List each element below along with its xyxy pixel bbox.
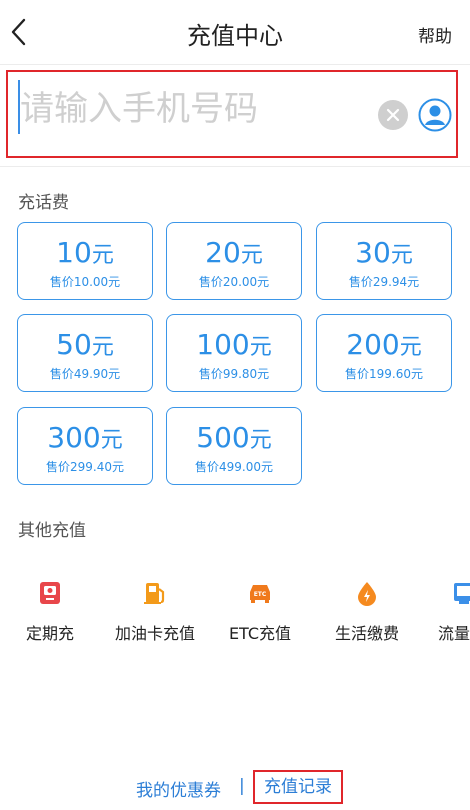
etc-car-icon: ETC [247, 580, 273, 606]
other-section-title: 其他充值 [18, 521, 86, 541]
utility-payment-item[interactable]: 生活缴费 [317, 576, 417, 646]
utility-payment-label: 生活缴费 [334, 624, 399, 643]
recharge-amount-value: 10 [56, 236, 92, 269]
recharge-amount: 30元 [317, 237, 451, 272]
section-divider [0, 166, 470, 167]
recharge-amount: 100元 [167, 329, 301, 364]
recharge-sale-price: 售价20.00元 [198, 275, 270, 289]
recharge-amount-unit: 元 [249, 428, 272, 453]
recharge-amount: 20元 [167, 237, 301, 272]
recharge-amount-value: 30 [355, 236, 391, 269]
header-divider [0, 64, 470, 65]
top-nav-bar: 充值中心 帮助 [0, 0, 470, 64]
recharge-amount: 10元 [18, 237, 152, 272]
recharge-amount-value: 100 [196, 328, 250, 361]
recharge-sale-price: 售价10.00元 [49, 275, 121, 289]
recharge-option-50[interactable]: 50元售价49.90元 [17, 314, 153, 392]
etc-recharge-item[interactable]: ETC ETC充值 [210, 576, 310, 646]
recharge-sale-price: 售价29.94元 [348, 275, 420, 289]
periodic-recharge-label: 定期充 [25, 624, 74, 643]
clear-input-icon[interactable] [378, 100, 408, 130]
data-traffic-icon [451, 580, 470, 606]
help-button[interactable]: 帮助 [418, 22, 452, 47]
recharge-sale-price: 售价49.90元 [49, 367, 121, 381]
recharge-option-10[interactable]: 10元售价10.00元 [17, 222, 153, 300]
recharge-amount-value: 300 [47, 421, 101, 454]
data-traffic-label: 流量 [438, 624, 470, 643]
recharge-option-20[interactable]: 20元售价20.00元 [166, 222, 302, 300]
recharge-sale-price: 售价199.60元 [345, 367, 423, 381]
contact-person-icon[interactable] [418, 98, 452, 132]
recharge-amount: 50元 [18, 329, 152, 364]
recharge-amount-unit: 元 [390, 243, 413, 268]
drop-bolt-icon [354, 580, 380, 606]
recharge-sale-price: 售价99.80元 [198, 367, 270, 381]
recharge-option-100[interactable]: 100元售价99.80元 [166, 314, 302, 392]
data-traffic-item[interactable]: 流量 [428, 576, 470, 646]
recharge-amount: 500元 [167, 422, 301, 457]
fuel-card-recharge-item[interactable]: 加油卡充值 [105, 576, 205, 646]
recharge-section-title: 充话费 [18, 193, 69, 213]
fuel-card-recharge-label: 加油卡充值 [114, 624, 195, 643]
recharge-option-300[interactable]: 300元售价299.40元 [17, 407, 153, 485]
recharge-amount-value: 200 [346, 328, 400, 361]
recharge-amount-unit: 元 [100, 428, 123, 453]
my-coupons-link[interactable]: 我的优惠券 [136, 776, 221, 801]
recharge-sale-price: 售价299.40元 [46, 460, 124, 474]
calendar-icon [37, 580, 63, 606]
recharge-amount-value: 500 [196, 421, 250, 454]
recharge-option-30[interactable]: 30元售价29.94元 [316, 222, 452, 300]
recharge-amount-unit: 元 [249, 335, 272, 360]
page-title: 充值中心 [187, 22, 283, 50]
etc-recharge-label: ETC充值 [228, 624, 292, 643]
fuel-pump-icon [142, 580, 168, 606]
phone-input-box [6, 70, 458, 158]
recharge-option-500[interactable]: 500元售价499.00元 [166, 407, 302, 485]
recharge-amount-value: 50 [56, 328, 92, 361]
recharge-amount-unit: 元 [399, 335, 422, 360]
recharge-amount-unit: 元 [240, 243, 263, 268]
svg-text:ETC: ETC [254, 591, 267, 598]
other-recharge-row: 定期充 加油卡充值 ETC ETC充值 生活缴费 流量 [0, 576, 470, 646]
recharge-amount: 200元 [317, 329, 451, 364]
footer-links: 我的优惠券 | 充值记录 [0, 768, 470, 804]
recharge-sale-price: 售价499.00元 [195, 460, 273, 474]
recharge-amount-unit: 元 [91, 243, 114, 268]
recharge-records-link[interactable]: 充值记录 [253, 770, 343, 804]
phone-number-input[interactable] [20, 82, 370, 136]
periodic-recharge-item[interactable]: 定期充 [0, 576, 100, 646]
recharge-amount: 300元 [18, 422, 152, 457]
recharge-amount-unit: 元 [91, 335, 114, 360]
footer-separator: | [239, 776, 245, 796]
recharge-amount-value: 20 [205, 236, 241, 269]
recharge-option-200[interactable]: 200元售价199.60元 [316, 314, 452, 392]
